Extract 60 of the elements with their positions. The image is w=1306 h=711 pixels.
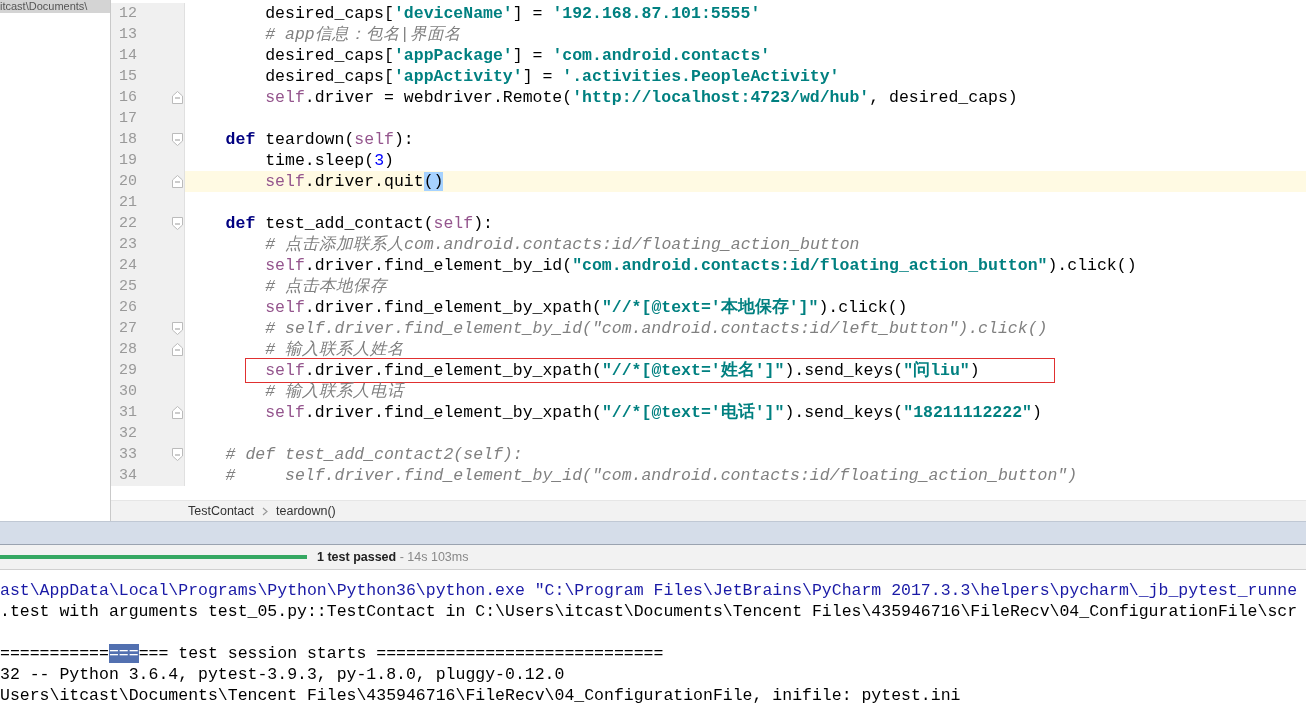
code-line: # 输入联系人姓名 bbox=[265, 339, 404, 360]
line-number: 32 bbox=[119, 425, 137, 442]
code-line: time.sleep(3) bbox=[265, 150, 394, 171]
line-number: 30 bbox=[119, 383, 137, 400]
fold-icon[interactable] bbox=[172, 91, 183, 104]
line-number: 14 bbox=[119, 47, 137, 64]
line-number: 26 bbox=[119, 299, 137, 316]
line-number: 16 bbox=[119, 89, 137, 106]
test-result: 1 test passed - 14s 103ms bbox=[317, 550, 469, 564]
line-number: 20 bbox=[119, 173, 137, 190]
console-line: ================= test session starts ============================= bbox=[0, 644, 664, 663]
line-number: 22 bbox=[119, 215, 137, 232]
line-number: 29 bbox=[119, 362, 137, 379]
code-line: # self.driver.find_element_by_id("com.android.contacts:id/floating_action_button") bbox=[225, 465, 1078, 486]
console-line: ast\AppData\Local\Programs\Python\Python36\python.exe "C:\Program Files\JetBrains\PyCharm 2017.3.3\helpers\pycharm\_jb_pytest_runne bbox=[0, 581, 1298, 600]
line-number: 12 bbox=[119, 5, 137, 22]
fold-icon[interactable] bbox=[172, 322, 183, 335]
code-line: # 输入联系人电话 bbox=[265, 381, 404, 402]
code-line: self.driver.find_element_by_id("com.android.contacts:id/floating_action_button").click() bbox=[265, 255, 1137, 276]
line-number: 27 bbox=[119, 320, 137, 337]
code-line: self.driver.quit() bbox=[265, 171, 444, 192]
line-number: 13 bbox=[119, 26, 137, 43]
code-line: desired_caps['appPackage'] = 'com.android.contacts' bbox=[265, 45, 771, 66]
code-line: def teardown(self): bbox=[225, 129, 414, 150]
breadcrumb-item[interactable]: teardown() bbox=[276, 504, 336, 518]
line-number: 34 bbox=[119, 467, 137, 484]
line-number: 19 bbox=[119, 152, 137, 169]
code-line: # 点击添加联系人com.android.contacts:id/floating_action_button bbox=[265, 234, 860, 255]
line-number: 18 bbox=[119, 131, 137, 148]
fold-icon[interactable] bbox=[172, 448, 183, 461]
code-line: def test_add_contact(self): bbox=[225, 213, 493, 234]
chevron-icon bbox=[262, 506, 268, 516]
code-line: # def test_add_contact2(self): bbox=[225, 444, 523, 465]
line-number: 23 bbox=[119, 236, 137, 253]
line-number: 24 bbox=[119, 257, 137, 274]
fold-icon[interactable] bbox=[172, 217, 183, 230]
console-line: 32 -- Python 3.6.4, pytest-3.9.3, py-1.8.0, pluggy-0.12.0 bbox=[0, 665, 565, 684]
console-line: .test with arguments test_05.py::TestContact in C:\Users\itcast\Documents\Tencent Files\435946716\FileRecv\04_ConfigurationFile\scr bbox=[0, 602, 1298, 621]
code-line: # 点击本地保存 bbox=[265, 276, 387, 297]
code-line: # app信息：包名|界面名 bbox=[265, 24, 461, 45]
breadcrumb-item[interactable]: TestContact bbox=[188, 504, 254, 518]
code-line: desired_caps['appActivity'] = '.activities.PeopleActivity' bbox=[265, 66, 840, 87]
fold-icon[interactable] bbox=[172, 175, 183, 188]
code-line: self.driver.find_element_by_xpath("//*[@text='姓名']").send_keys("问liu") bbox=[265, 360, 980, 381]
fold-icon[interactable] bbox=[172, 343, 183, 356]
code-line: desired_caps['deviceName'] = '192.168.87.101:5555' bbox=[265, 3, 761, 24]
line-number: 17 bbox=[119, 110, 137, 127]
code-line: # self.driver.find_element_by_id("com.android.contacts:id/left_button").click() bbox=[265, 318, 1048, 339]
line-number: 15 bbox=[119, 68, 137, 85]
code-line: self.driver.find_element_by_xpath("//*[@text='电话']").send_keys("18211112222") bbox=[265, 402, 1042, 423]
fold-icon[interactable] bbox=[172, 406, 183, 419]
line-number: 28 bbox=[119, 341, 137, 358]
code-line: self.driver = webdriver.Remote('http://localhost:4723/wd/hub', desired_caps) bbox=[265, 87, 1018, 108]
line-number: 31 bbox=[119, 404, 137, 421]
fold-icon[interactable] bbox=[172, 133, 183, 146]
line-number: 25 bbox=[119, 278, 137, 295]
line-number: 21 bbox=[119, 194, 137, 211]
code-line: self.driver.find_element_by_xpath("//*[@text='本地保存']").click() bbox=[265, 297, 908, 318]
console-line: Users\itcast\Documents\Tencent Files\435946716\FileRecv\04_ConfigurationFile, inifile: pytest.ini bbox=[0, 686, 961, 705]
line-number: 33 bbox=[119, 446, 137, 463]
